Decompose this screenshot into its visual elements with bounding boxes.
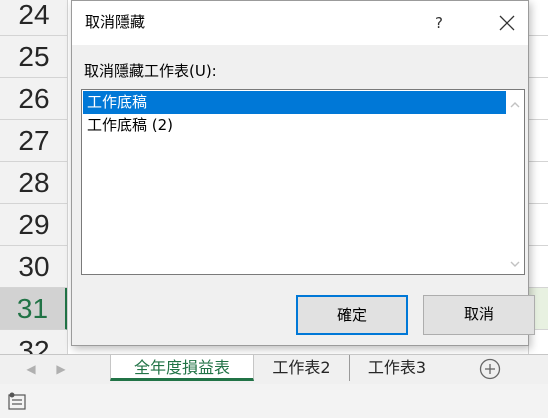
cancel-button[interactable]: 取消: [423, 295, 535, 335]
row-header-27[interactable]: 27: [0, 120, 67, 162]
row-header-29[interactable]: 29: [0, 204, 67, 246]
cell-mode-icon[interactable]: [8, 392, 28, 412]
dialog-titlebar[interactable]: 取消隱藏 ?: [72, 1, 528, 45]
unhide-dialog: 取消隱藏 ? 取消隱藏工作表(U): 工作底稿 工作底稿 (2) 確定 取消: [71, 0, 535, 346]
tab-sheet2[interactable]: 工作表2: [254, 355, 350, 381]
status-bar: [0, 384, 548, 418]
row-header-24[interactable]: 24: [0, 0, 67, 36]
row-header-30[interactable]: 30: [0, 246, 67, 288]
gridline: [529, 245, 548, 246]
hidden-sheets-listbox[interactable]: 工作底稿 工作底稿 (2): [81, 89, 525, 275]
row-header-28[interactable]: 28: [0, 162, 67, 204]
triangle-right-icon[interactable]: ▶: [52, 360, 70, 378]
chevron-up-icon[interactable]: [509, 96, 521, 108]
gridline: [529, 161, 548, 162]
chevron-down-icon[interactable]: [509, 255, 521, 267]
row-header-31[interactable]: 31: [0, 288, 67, 330]
sheet-tab-bar: ◀ ▶ 全年度損益表 工作表2 工作表3: [0, 354, 548, 384]
gridline: [529, 77, 548, 78]
list-item-sheet-draft[interactable]: 工作底稿: [83, 91, 507, 114]
tab-annual-income-statement[interactable]: 全年度損益表: [110, 355, 254, 381]
gridline: [529, 287, 548, 288]
dialog-title: 取消隱藏: [85, 13, 146, 31]
help-icon[interactable]: ?: [426, 9, 452, 37]
listbox-scrollbar[interactable]: [506, 90, 524, 274]
row-header-25[interactable]: 25: [0, 36, 67, 78]
list-item-sheet-draft-2[interactable]: 工作底稿 (2): [83, 114, 507, 137]
gridline: [529, 119, 548, 120]
triangle-left-icon[interactable]: ◀: [22, 360, 40, 378]
close-icon[interactable]: [492, 9, 522, 37]
gridline: [529, 35, 548, 36]
ok-button[interactable]: 確定: [296, 295, 408, 335]
row-header-32[interactable]: 32: [0, 330, 67, 354]
tab-sheet3[interactable]: 工作表3: [352, 355, 442, 381]
row-header-26[interactable]: 26: [0, 78, 67, 120]
unhide-sheet-label: 取消隱藏工作表(U):: [84, 62, 217, 80]
plus-circle-icon[interactable]: [478, 357, 502, 381]
gridline: [529, 203, 548, 204]
row-headers: 24 25 26 27 28 29 30 31 32: [0, 0, 68, 354]
